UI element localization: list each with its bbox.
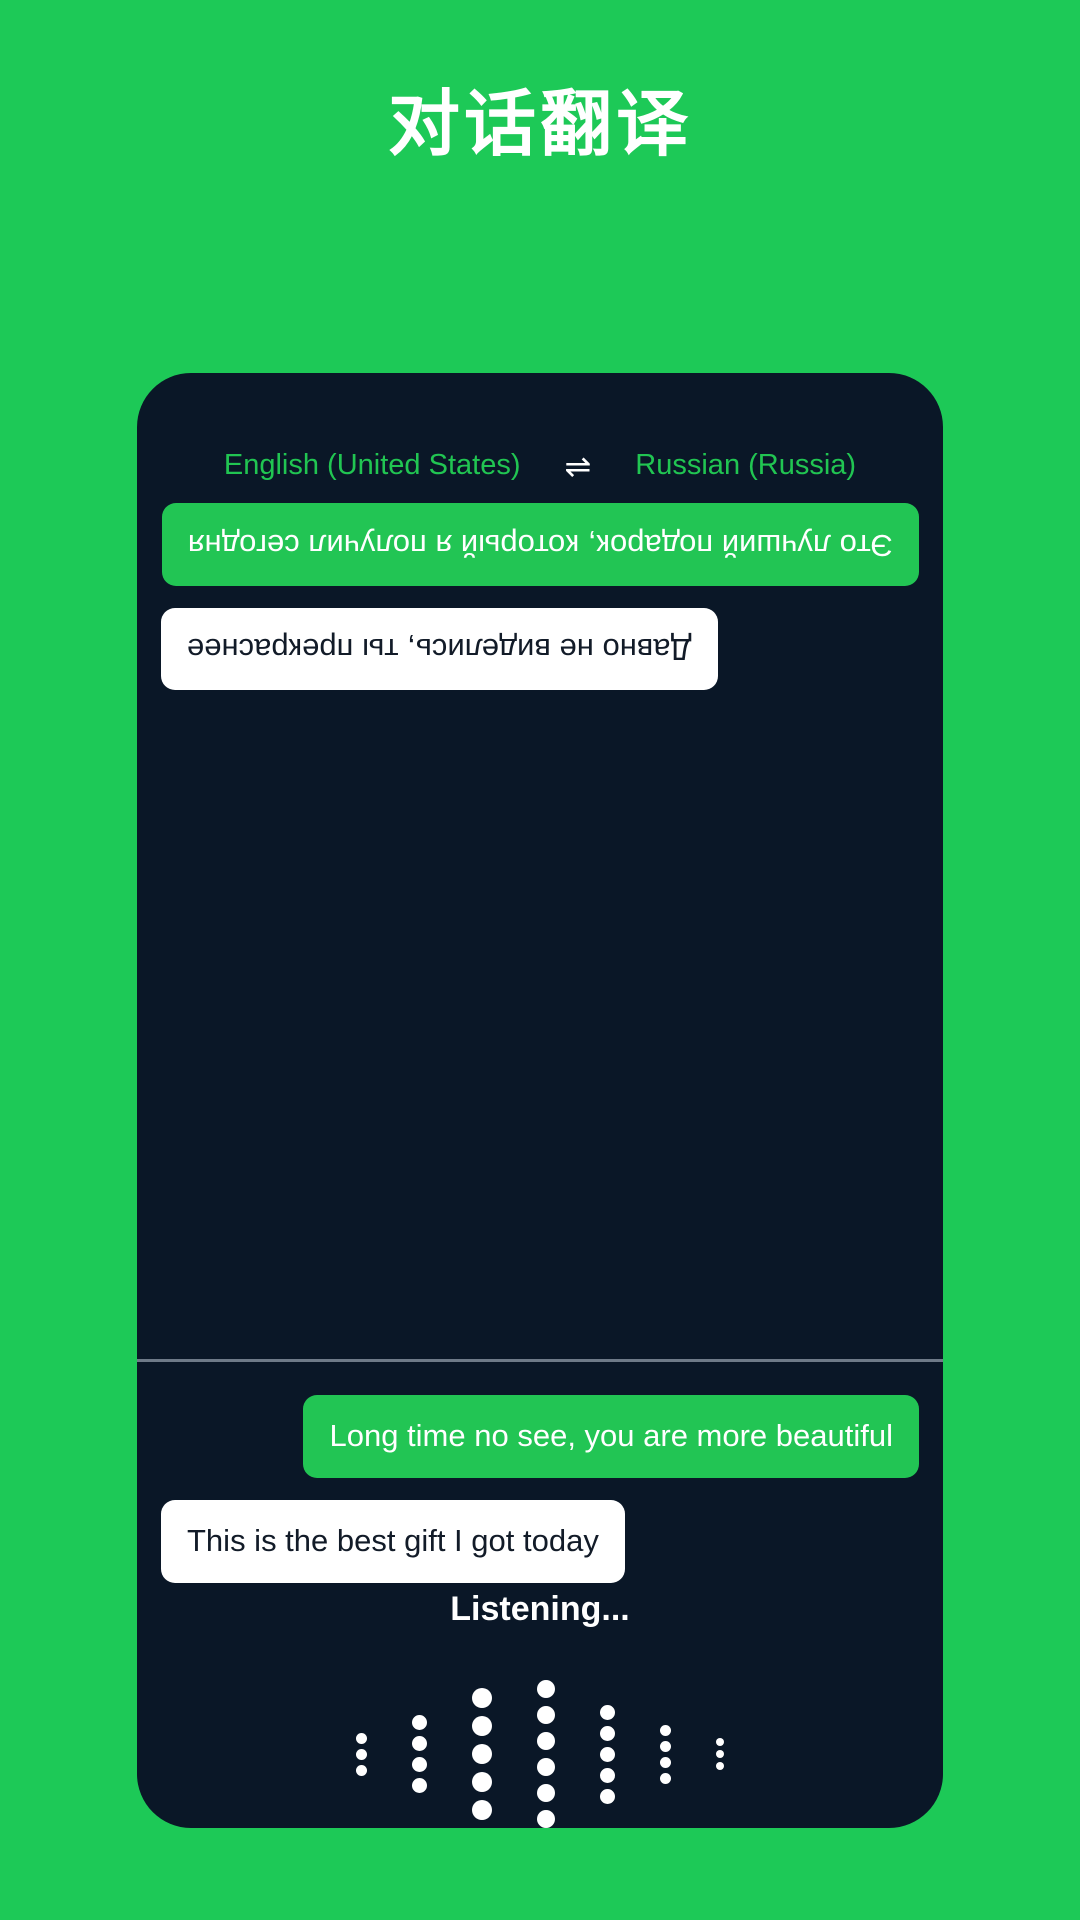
message-row: Long time no see, you are more beautiful xyxy=(161,1395,919,1478)
waveform-dot xyxy=(472,1744,492,1764)
waveform-dot xyxy=(537,1680,555,1698)
waveform-dot xyxy=(600,1788,615,1804)
swap-horizontal-icon[interactable]: ⇌ xyxy=(564,450,591,482)
waveform-column xyxy=(600,1704,615,1804)
message-bubble[interactable]: Давно не виделись, ты прекраснее xyxy=(161,607,718,691)
source-conversation-pane: Long time no see, you are more beautiful… xyxy=(137,1373,943,1583)
waveform-dot xyxy=(600,1746,615,1762)
waveform-dot xyxy=(660,1772,671,1784)
translated-conversation-pane: Давно не виделись, ты прекраснее Это луч… xyxy=(137,503,943,1358)
waveform-dot xyxy=(600,1767,615,1783)
waveform-column xyxy=(660,1724,671,1784)
waveform-dot xyxy=(537,1706,555,1724)
waveform-column xyxy=(716,1738,724,1770)
waveform-dot xyxy=(356,1764,367,1776)
waveform-dot xyxy=(472,1772,492,1792)
listening-status-label: Listening... xyxy=(450,1590,630,1628)
waveform-column xyxy=(472,1688,492,1820)
waveform-dot xyxy=(660,1756,671,1768)
message-row: Это лучший подарок, который я получил се… xyxy=(161,503,919,586)
waveform-dot xyxy=(600,1704,615,1720)
waveform-column xyxy=(537,1680,555,1828)
waveform-column xyxy=(356,1732,367,1776)
waveform-dot xyxy=(537,1810,555,1828)
page-title: 对话翻译 xyxy=(387,85,692,165)
language-bar: English (United States) ⇌ Russian (Russi… xyxy=(137,449,943,482)
waveform-dot xyxy=(716,1750,724,1758)
message-bubble[interactable]: This is the best gift I got today xyxy=(161,1499,625,1583)
waveform-dot xyxy=(412,1715,427,1730)
waveform-dot xyxy=(537,1758,555,1776)
waveform-dot xyxy=(600,1725,615,1741)
message-row: Давно не виделись, ты прекраснее xyxy=(161,607,919,691)
waveform-dot xyxy=(412,1757,427,1772)
waveform-dot xyxy=(472,1716,492,1736)
waveform-dot xyxy=(660,1740,671,1752)
source-language-selector[interactable]: English (United States) xyxy=(224,449,521,482)
waveform-dot xyxy=(472,1800,492,1820)
waveform-dot xyxy=(716,1738,724,1746)
phone-mockup: English (United States) ⇌ Russian (Russi… xyxy=(137,373,943,1828)
waveform-dot xyxy=(660,1724,671,1736)
waveform-dot xyxy=(472,1688,492,1708)
waveform-dot xyxy=(537,1784,555,1802)
pane-divider xyxy=(137,1359,943,1362)
target-language-selector[interactable]: Russian (Russia) xyxy=(635,449,856,482)
waveform-dot xyxy=(537,1732,555,1750)
message-bubble[interactable]: Long time no see, you are more beautiful xyxy=(303,1395,919,1478)
waveform-dot xyxy=(412,1778,427,1793)
message-bubble[interactable]: Это лучший подарок, который я получил се… xyxy=(161,503,919,586)
waveform-dot xyxy=(412,1736,427,1751)
waveform-dot xyxy=(356,1732,367,1744)
audio-waveform xyxy=(137,1654,943,1828)
waveform-dot xyxy=(716,1762,724,1770)
waveform-column xyxy=(412,1715,427,1793)
waveform-dot xyxy=(356,1748,367,1760)
message-row: This is the best gift I got today xyxy=(161,1499,919,1583)
